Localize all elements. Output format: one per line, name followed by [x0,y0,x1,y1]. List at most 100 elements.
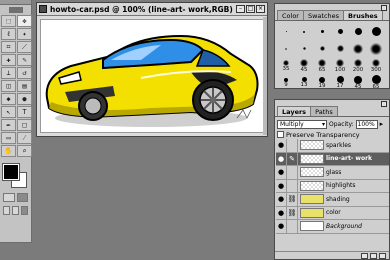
brush-preset[interactable] [332,24,348,39]
history-brush-tool-icon[interactable]: ↺ [17,67,32,79]
layer-row[interactable]: ● ✎ line-art- work [276,152,389,166]
shape-tool-icon[interactable]: □ [17,119,32,131]
standard-mode-button[interactable] [3,193,15,202]
blend-mode-select[interactable]: Multiply ▾ [277,119,327,129]
link-icon[interactable] [287,165,298,179]
brush-preset[interactable] [350,41,366,56]
notes-tool-icon[interactable]: ▭ [1,132,16,144]
brush-preset[interactable]: 300 [368,58,384,73]
link-icon[interactable]: ⛓ [287,192,298,206]
brush-preset[interactable]: 45 [296,58,312,73]
marquee-tool-icon[interactable]: ⬚ [1,15,16,27]
lasso-tool-icon[interactable]: ℓ [1,28,16,40]
healing-tool-icon[interactable]: ✚ [1,54,16,66]
stamp-tool-icon[interactable]: ⊥ [1,67,16,79]
link-icon[interactable] [287,219,298,233]
vertical-scrollbar[interactable] [263,17,267,135]
layers-close-button[interactable] [381,101,387,107]
full-screen-menu-button[interactable] [12,206,19,215]
brush-preset[interactable]: 65 [314,58,330,73]
layer-row[interactable]: ● ⛓ shading [276,192,389,207]
gradient-tool-icon[interactable]: ▤ [17,80,32,92]
maximize-button[interactable]: □ [246,5,255,13]
path-select-tool-icon[interactable]: ↖ [1,106,16,118]
magic-wand-tool-icon[interactable]: ✦ [17,28,32,40]
type-tool-icon[interactable]: T [17,106,32,118]
preserve-transparency-checkbox[interactable] [277,131,284,138]
layer-row[interactable]: ● highlights [276,179,389,193]
eye-icon[interactable]: ● [276,138,287,152]
brush-preset[interactable] [368,41,384,56]
brush-preset[interactable] [350,24,366,39]
hand-tool-icon[interactable]: ✋ [1,145,16,157]
crop-tool-icon[interactable]: ⌗ [1,41,16,53]
tab-layers[interactable]: Layers [277,106,312,116]
layer-row[interactable]: ● sparkles [276,138,389,153]
brush-preset[interactable]: 35 [278,58,294,73]
brush-preset[interactable] [332,41,348,56]
brush-preset[interactable]: 13 [296,75,312,90]
eye-icon[interactable]: ● [276,152,287,166]
eye-icon[interactable]: ● [276,219,287,233]
app-logo[interactable] [0,5,31,14]
close-button[interactable]: × [256,5,265,13]
brush-size-label: 9 [284,81,288,88]
link-icon[interactable] [287,179,298,193]
eye-icon[interactable]: ● [276,206,287,220]
layer-row[interactable]: ● Background [276,219,389,234]
brush-icon[interactable]: ✎ [287,152,298,166]
zoom-tool-icon[interactable]: ⌕ [17,145,32,157]
minimize-button[interactable]: – [236,5,245,13]
brush-tip-icon [354,58,362,67]
brush-preset[interactable] [314,24,330,39]
eye-icon[interactable]: ● [276,165,287,179]
tab-swatches[interactable]: Swatches [302,10,345,20]
screen-mode-row [0,204,31,217]
canvas[interactable] [40,19,264,133]
brush-preset[interactable]: 200 [350,58,366,73]
brush-preset[interactable]: 65 [368,75,384,90]
quick-mask-button[interactable] [16,193,28,202]
brush-preset[interactable]: 100 [332,58,348,73]
eye-icon[interactable]: ● [276,179,287,193]
eye-icon[interactable]: ● [276,192,287,206]
link-icon[interactable]: ⛓ [287,206,298,220]
brush-preset[interactable] [368,24,384,39]
opacity-arrow-icon[interactable]: ▸ [380,120,384,128]
palette-close-button[interactable] [381,5,387,11]
brush-preset[interactable] [314,41,330,56]
tab-paths[interactable]: Paths [310,106,338,116]
brush-preset[interactable]: 45 [350,75,366,90]
brush-tool-icon[interactable]: ✎ [17,54,32,66]
layer-row[interactable]: ● glass [276,165,389,180]
pen-tool-icon[interactable]: ✒ [1,119,16,131]
document-icon [39,5,47,13]
eraser-tool-icon[interactable]: ◫ [1,80,16,92]
add-mask-button[interactable] [361,252,368,259]
blur-tool-icon[interactable]: ◆ [1,93,16,105]
opacity-input[interactable]: 100% [355,119,378,129]
standard-screen-button[interactable] [3,206,10,215]
tab-color[interactable]: Color [277,10,304,20]
eyedropper-tool-icon[interactable]: ⁄ [17,132,32,144]
brush-preset[interactable] [296,41,312,56]
brush-preset[interactable] [278,24,294,39]
layer-row[interactable]: ● ⛓ color [276,206,389,220]
brush-preset[interactable] [296,24,312,39]
trash-icon[interactable] [379,252,386,259]
brush-preset[interactable] [278,41,294,56]
dodge-tool-icon[interactable]: ● [17,93,32,105]
move-tool-icon[interactable]: ✥ [17,15,32,27]
tab-brushes[interactable]: Brushes [343,10,383,20]
slice-tool-icon[interactable]: ⟋ [17,41,32,53]
foreground-color-swatch[interactable] [2,163,20,181]
document-title-bar[interactable]: howto-car.psd @ 100% (line-art- work,RGB… [37,3,267,16]
brush-preset[interactable]: 9 [278,75,294,90]
layers-palette: Layers Paths Multiply ▾ Opacity: 100% ▸ … [274,99,390,260]
brushes-palette-tabs: Color Swatches Brushes [275,10,389,21]
new-layer-button[interactable] [370,252,377,259]
brush-preset[interactable]: 17 [332,75,348,90]
link-icon[interactable] [287,138,298,152]
full-screen-button[interactable] [21,206,28,215]
brush-preset[interactable]: 19 [314,75,330,90]
